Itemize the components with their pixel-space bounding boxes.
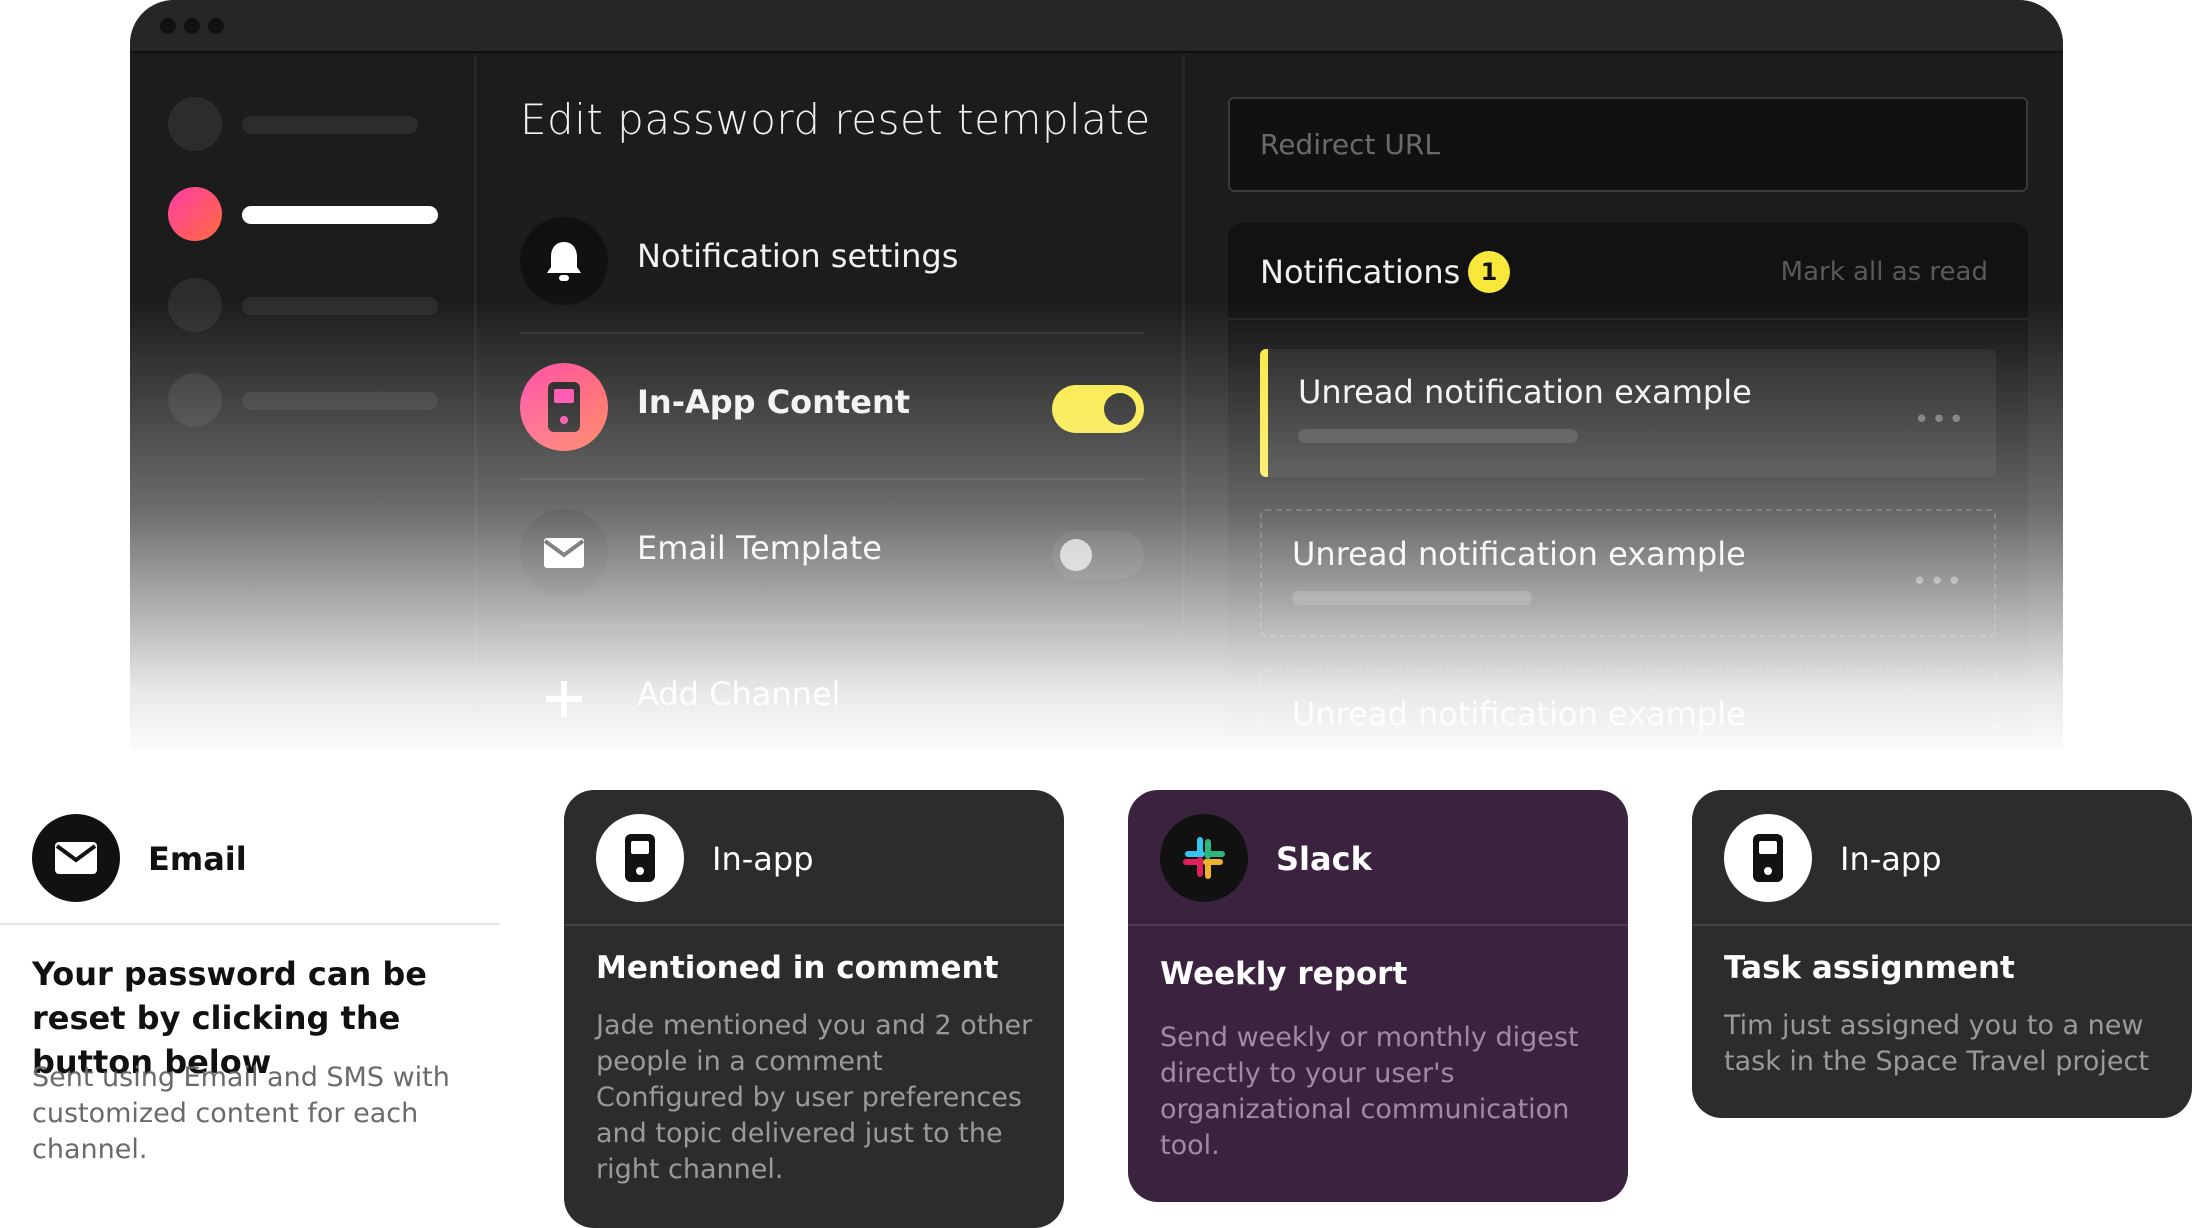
phone-icon bbox=[596, 814, 684, 902]
slack-card: Slack Weekly report Send weekly or month… bbox=[1128, 790, 1628, 1202]
card-title: Weekly report bbox=[1160, 956, 1408, 992]
envelope-icon bbox=[32, 814, 120, 902]
notification-item[interactable]: Unread notification example ••• bbox=[1260, 509, 1996, 637]
window-titlebar bbox=[130, 0, 2063, 53]
notification-text: Unread notification example bbox=[1292, 695, 1746, 733]
card-title: Mentioned in comment bbox=[596, 950, 999, 986]
sidebar-item-4[interactable] bbox=[168, 373, 458, 427]
more-options-icon[interactable]: ••• bbox=[1912, 567, 1964, 597]
in-app-toggle[interactable] bbox=[1052, 385, 1144, 433]
more-options-icon[interactable]: ••• bbox=[1914, 405, 1966, 435]
email-toggle[interactable] bbox=[1052, 531, 1144, 579]
card-header: In-app bbox=[564, 790, 1064, 926]
card-title: Task assignment bbox=[1724, 950, 2015, 986]
sidebar-placeholder-bar bbox=[242, 116, 418, 134]
sidebar-avatar bbox=[168, 97, 222, 151]
channel-row-email[interactable]: Email Template bbox=[520, 481, 1144, 626]
app-window: Edit password reset template Notificatio… bbox=[130, 0, 2063, 750]
sidebar-item-3[interactable] bbox=[168, 278, 458, 332]
channel-label: Notification settings bbox=[637, 237, 959, 275]
preview-panel: Notifications 1 Mark all as read Unread … bbox=[1188, 55, 2063, 750]
notification-placeholder-line bbox=[1298, 429, 1578, 443]
card-body: Send weekly or monthly digest directly t… bbox=[1160, 1022, 1579, 1161]
in-app-card-task: In-app Task assignment Tim just assigned… bbox=[1692, 790, 2192, 1118]
channel-row-notification-settings[interactable]: Notification settings bbox=[520, 189, 1144, 334]
card-channel-label: Email bbox=[148, 840, 247, 878]
channel-label: Add Channel bbox=[637, 675, 841, 713]
sidebar-placeholder-bar bbox=[242, 297, 438, 315]
redirect-url-input[interactable] bbox=[1230, 99, 2026, 190]
sidebar bbox=[130, 55, 477, 750]
sidebar-avatar bbox=[168, 373, 222, 427]
sidebar-item-1[interactable] bbox=[168, 97, 458, 151]
slack-logo-icon bbox=[1160, 814, 1248, 902]
channel-row-in-app[interactable]: In-App Content bbox=[520, 335, 1144, 480]
phone-icon bbox=[520, 363, 608, 451]
in-app-card-mention: In-app Mentioned in comment Jade mention… bbox=[564, 790, 1064, 1228]
redirect-url-field[interactable] bbox=[1228, 97, 2028, 192]
toggle-knob bbox=[1060, 539, 1092, 571]
bell-icon bbox=[520, 217, 608, 305]
window-close-dot[interactable] bbox=[160, 18, 176, 34]
mark-all-read-link[interactable]: Mark all as read bbox=[1781, 257, 1988, 287]
sidebar-avatar bbox=[168, 278, 222, 332]
template-editor: Edit password reset template Notificatio… bbox=[480, 55, 1185, 750]
channel-label: In-App Content bbox=[637, 383, 911, 421]
envelope-icon bbox=[520, 509, 608, 597]
card-channel-label: Slack bbox=[1276, 840, 1372, 878]
email-card: Email Your password can be reset by clic… bbox=[0, 790, 500, 1190]
toggle-knob bbox=[1104, 393, 1136, 425]
card-body: Tim just assigned you to a new task in t… bbox=[1724, 1010, 2149, 1077]
plus-icon bbox=[520, 655, 608, 743]
notification-item[interactable]: Unread notification example bbox=[1260, 669, 1996, 750]
notifications-title: Notifications bbox=[1260, 253, 1461, 291]
email-card-header: Email bbox=[0, 790, 500, 925]
channel-label: Email Template bbox=[637, 529, 882, 567]
window-maximize-dot[interactable] bbox=[208, 18, 224, 34]
notification-text: Unread notification example bbox=[1298, 373, 1752, 411]
card-header: In-app bbox=[1692, 790, 2192, 926]
notification-placeholder-line bbox=[1292, 591, 1532, 605]
notification-item[interactable]: Unread notification example ••• bbox=[1260, 349, 1996, 477]
sidebar-item-active[interactable] bbox=[168, 187, 458, 241]
notification-text: Unread notification example bbox=[1292, 535, 1746, 573]
card-body: Jade mentioned you and 2 other people in… bbox=[596, 1010, 1033, 1185]
card-channel-label: In-app bbox=[712, 840, 814, 878]
page-title: Edit password reset template bbox=[520, 95, 1151, 144]
notifications-header: Notifications 1 Mark all as read bbox=[1228, 223, 2028, 320]
card-header: Slack bbox=[1128, 790, 1628, 926]
window-minimize-dot[interactable] bbox=[184, 18, 200, 34]
add-channel-button[interactable]: Add Channel bbox=[520, 627, 1144, 750]
sidebar-avatar-active bbox=[168, 187, 222, 241]
sidebar-placeholder-bar bbox=[242, 392, 438, 410]
card-channel-label: In-app bbox=[1840, 840, 1942, 878]
unread-count-badge: 1 bbox=[1468, 251, 1510, 293]
card-body: Sent using Email and SMS with customized… bbox=[32, 1062, 450, 1165]
sidebar-placeholder-bar bbox=[242, 206, 438, 224]
phone-icon bbox=[1724, 814, 1812, 902]
notifications-panel: Notifications 1 Mark all as read Unread … bbox=[1228, 223, 2028, 750]
